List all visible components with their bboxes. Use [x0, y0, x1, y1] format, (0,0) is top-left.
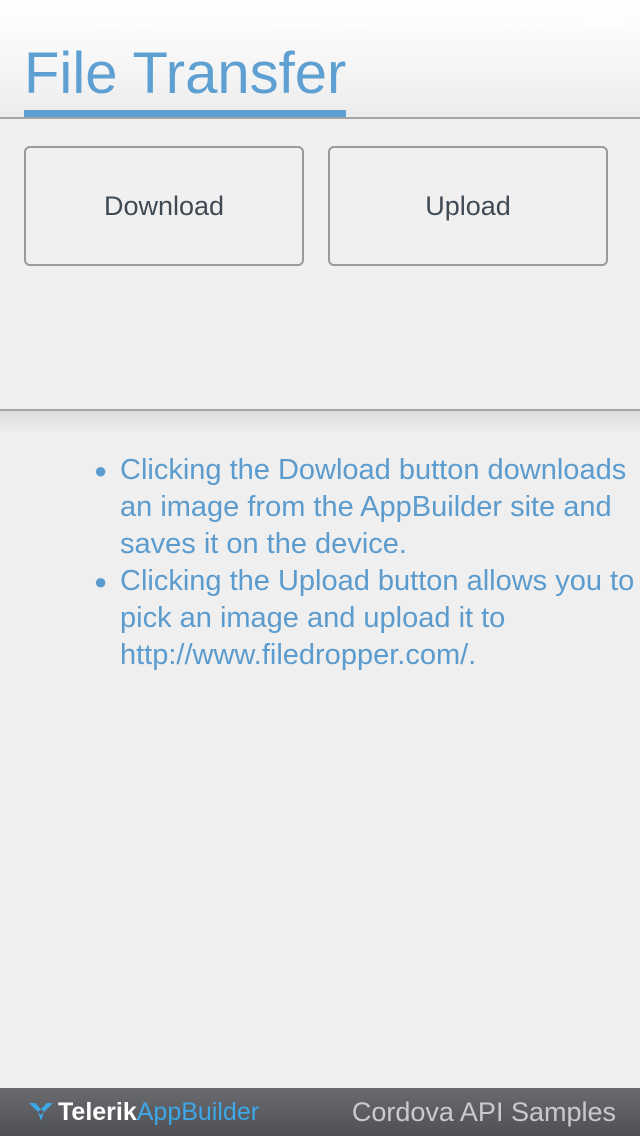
info-item-upload: ● Clicking the Upload button allows you … — [94, 563, 640, 674]
wifi-icon: ◠ — [192, 7, 212, 32]
telerik-logo-icon — [29, 1103, 53, 1121]
status-time: 11:27 AM — [268, 6, 372, 33]
info-list: ● Clicking the Dowload button downloads … — [90, 452, 640, 674]
signal-strength: ●●●○○ — [12, 10, 72, 30]
status-bar: ●●●○○ Carrier ◠ 11:27 AM 100 % — [0, 0, 640, 40]
carrier-name: Carrier — [88, 6, 162, 33]
download-button[interactable]: Download — [24, 146, 304, 266]
battery-fill — [586, 16, 622, 24]
battery-icon — [582, 12, 630, 28]
info-item-text: Clicking the Dowload button downloads an… — [120, 454, 627, 560]
telerik-appbuilder-logo: Telerik AppBuilder — [26, 1096, 259, 1128]
brand-telerik: Telerik — [58, 1098, 137, 1126]
divider-shadow — [0, 411, 640, 433]
bullet-icon: ● — [94, 569, 108, 594]
upload-button[interactable]: Upload — [328, 146, 608, 266]
bullet-icon: ● — [94, 458, 108, 483]
footer-caption: Cordova API Samples — [351, 1097, 616, 1127]
battery-percent: 100 % — [504, 6, 573, 33]
footer: Telerik AppBuilder Cordova API Samples — [0, 1088, 640, 1136]
info-item-download: ● Clicking the Dowload button downloads … — [94, 452, 640, 563]
brand-appbuilder: AppBuilder — [136, 1098, 260, 1126]
info-item-text: Clicking the Upload button allows you to… — [120, 565, 635, 671]
page-title: File Transfer — [24, 42, 347, 117]
